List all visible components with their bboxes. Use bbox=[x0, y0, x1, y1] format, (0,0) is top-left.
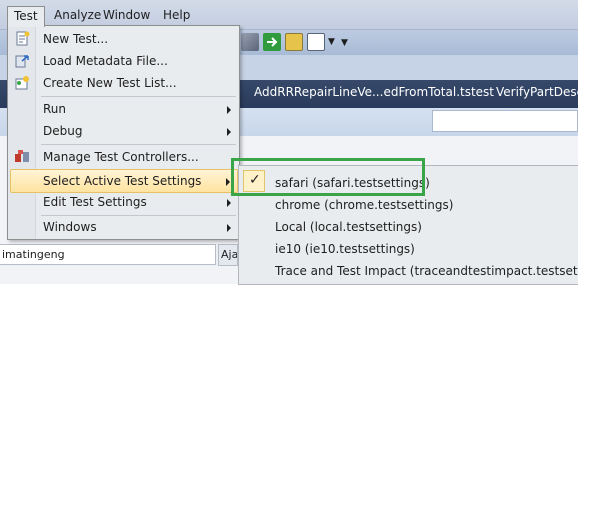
toolbar-overflow-icon[interactable]: ▼ bbox=[341, 38, 348, 48]
menu-item-edit-test-settings[interactable]: Edit Test Settings bbox=[10, 191, 238, 213]
menu-item-manage-test-controllers[interactable]: Manage Test Controllers... bbox=[10, 146, 238, 168]
window-icon[interactable] bbox=[307, 33, 325, 51]
menu-item-run[interactable]: Run bbox=[10, 98, 238, 120]
text-field[interactable]: imatingeng bbox=[0, 244, 216, 265]
menu-test[interactable]: Test bbox=[7, 6, 45, 27]
menu-item-label: Manage Test Controllers... bbox=[43, 150, 199, 164]
menu-item-windows[interactable]: Windows bbox=[10, 216, 238, 238]
test-controllers-icon bbox=[14, 149, 31, 165]
submenu-item-ie10[interactable]: ie10 (ie10.testsettings) bbox=[275, 238, 415, 260]
menu-help[interactable]: Help bbox=[157, 6, 196, 26]
submenu-arrow-icon bbox=[227, 199, 231, 207]
menu-item-debug[interactable]: Debug bbox=[10, 120, 238, 142]
field-button[interactable]: Aja bbox=[218, 244, 238, 266]
nodes-icon[interactable] bbox=[285, 33, 303, 51]
submenu-arrow-icon bbox=[227, 106, 231, 114]
menu-item-label: Debug bbox=[43, 124, 83, 138]
menu-item-label: Select Active Test Settings bbox=[43, 174, 202, 188]
submenu-item-trace-and-test-impact[interactable]: Trace and Test Impact (traceandtestimpac… bbox=[275, 260, 578, 282]
submenu-item-local[interactable]: Local (local.testsettings) bbox=[275, 216, 422, 238]
tab-verify-part[interactable]: VerifyPartDesele bbox=[496, 85, 578, 99]
menu-item-label: New Test... bbox=[43, 32, 109, 46]
submenu-arrow-icon bbox=[226, 178, 230, 186]
menu-item-label: Create New Test List... bbox=[43, 76, 177, 90]
tab-addrr-repair[interactable]: AddRRRepairLineVe...edFromTotal.tstest bbox=[254, 85, 494, 99]
menu-item-create-test-list[interactable]: Create New Test List... bbox=[10, 72, 238, 94]
dropdown-arrow-icon[interactable]: ▼ bbox=[328, 37, 335, 47]
menu-separator bbox=[41, 96, 236, 97]
menu-item-label: Load Metadata File... bbox=[43, 54, 168, 68]
menu-item-select-active-test-settings[interactable]: Select Active Test Settings bbox=[10, 169, 238, 193]
menu-item-label: Windows bbox=[43, 220, 97, 234]
wrench-icon[interactable] bbox=[241, 33, 259, 51]
menu-separator bbox=[41, 144, 236, 145]
search-input[interactable] bbox=[432, 110, 578, 132]
test-list-icon bbox=[14, 75, 31, 91]
test-dropdown-menu: New Test... Load Metadata File... Create… bbox=[7, 25, 240, 240]
submenu-item-chrome[interactable]: chrome (chrome.testsettings) bbox=[275, 194, 453, 216]
load-metadata-icon bbox=[14, 53, 31, 69]
menu-item-label: Run bbox=[43, 102, 67, 116]
menu-item-new-test[interactable]: New Test... bbox=[10, 28, 238, 50]
new-test-icon bbox=[14, 31, 31, 47]
menu-item-load-metadata[interactable]: Load Metadata File... bbox=[10, 50, 238, 72]
highlight-annotation-box bbox=[231, 158, 425, 196]
menu-item-label: Edit Test Settings bbox=[43, 195, 147, 209]
green-arrow-icon[interactable] bbox=[263, 33, 281, 51]
menu-window[interactable]: Window bbox=[97, 6, 156, 26]
submenu-arrow-icon bbox=[227, 128, 231, 136]
submenu-arrow-icon bbox=[227, 224, 231, 232]
